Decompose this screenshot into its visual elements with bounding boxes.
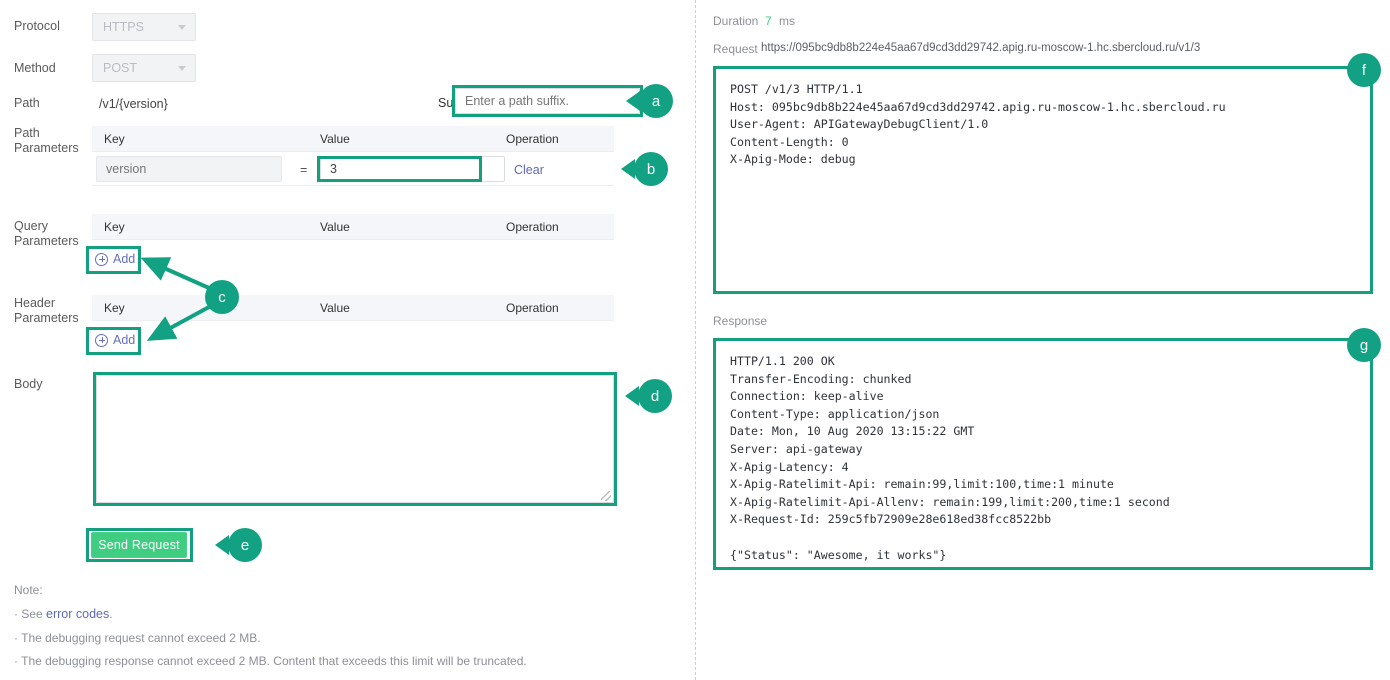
table-header-row: Key Value Operation bbox=[92, 214, 614, 240]
note-title: Note: bbox=[14, 583, 43, 597]
query-parameters-table: Key Value Operation bbox=[92, 214, 614, 240]
note-item-2: · The debugging request cannot exceed 2 … bbox=[14, 631, 261, 645]
resize-handle-icon[interactable] bbox=[601, 491, 611, 501]
duration-value: 7 bbox=[765, 14, 772, 28]
send-request-button[interactable]: Send Request bbox=[91, 532, 187, 558]
header-parameters-label-line2: Parameters bbox=[14, 311, 79, 325]
suffix-input[interactable] bbox=[455, 88, 640, 114]
annotation-badge-d: d bbox=[638, 379, 672, 413]
table-header-row: Key Value Operation bbox=[92, 126, 614, 152]
clear-link[interactable]: Clear bbox=[514, 163, 544, 177]
annotation-badge-c: c bbox=[205, 280, 239, 314]
table-header-row: Key Value Operation bbox=[92, 295, 614, 321]
add-query-parameter-button[interactable]: Add bbox=[95, 252, 135, 266]
note-item-1: · See error codes. bbox=[14, 607, 113, 621]
note-item-1-suffix: . bbox=[109, 607, 113, 621]
query-parameters-label-line2: Parameters bbox=[14, 234, 79, 248]
response-label: Response bbox=[713, 314, 768, 328]
error-codes-link[interactable]: error codes bbox=[46, 607, 109, 621]
method-label: Method bbox=[14, 61, 56, 75]
debug-result-panel: Duration 7 ms Request https://095bc9db8b… bbox=[695, 0, 1390, 680]
response-content: HTTP/1.1 200 OK Transfer-Encoding: chunk… bbox=[713, 338, 1373, 570]
column-header-key: Key bbox=[104, 219, 125, 234]
body-textarea[interactable] bbox=[96, 375, 614, 503]
duration-label: Duration bbox=[713, 14, 759, 28]
column-header-key: Key bbox=[104, 131, 125, 146]
column-header-operation: Operation bbox=[506, 300, 559, 315]
path-parameters-label-line1: Path bbox=[14, 126, 40, 140]
duration-unit: ms bbox=[779, 14, 795, 28]
plus-circle-icon bbox=[95, 252, 108, 266]
protocol-label: Protocol bbox=[14, 19, 60, 33]
protocol-select[interactable]: HTTPS bbox=[92, 13, 196, 41]
column-header-value: Value bbox=[320, 219, 350, 234]
table-row: = Clear bbox=[92, 152, 614, 186]
request-builder-panel: Protocol HTTPS Method POST Path /v1/{ver… bbox=[0, 0, 695, 680]
plus-circle-icon bbox=[95, 333, 108, 347]
path-label: Path bbox=[14, 96, 40, 110]
add-header-parameter-button[interactable]: Add bbox=[95, 333, 135, 347]
request-url: https://095bc9db8b224e45aa67d9cd3dd29742… bbox=[761, 42, 1201, 54]
request-content: POST /v1/3 HTTP/1.1 Host: 095bc9db8b224e… bbox=[713, 66, 1373, 294]
debug-api-screen: Protocol HTTPS Method POST Path /v1/{ver… bbox=[0, 0, 1390, 680]
add-label: Add bbox=[113, 252, 136, 266]
method-select-value: POST bbox=[103, 61, 138, 75]
annotation-badge-a: a bbox=[639, 84, 673, 118]
column-header-operation: Operation bbox=[506, 131, 559, 146]
chevron-down-icon bbox=[178, 25, 186, 30]
request-label: Request bbox=[713, 42, 758, 56]
body-label: Body bbox=[14, 377, 43, 391]
annotation-badge-e: e bbox=[228, 528, 262, 562]
column-header-value: Value bbox=[320, 131, 350, 146]
column-header-operation: Operation bbox=[506, 219, 559, 234]
equals-sign: = bbox=[300, 163, 308, 177]
path-param-value-input[interactable] bbox=[320, 156, 505, 182]
header-parameters-label-line1: Header bbox=[14, 296, 55, 310]
path-parameters-label-line2: Parameters bbox=[14, 141, 79, 155]
add-label: Add bbox=[113, 333, 136, 347]
query-parameters-label-line1: Query bbox=[14, 219, 49, 233]
note-item-3: · The debugging response cannot exceed 2… bbox=[14, 654, 527, 668]
annotation-badge-b: b bbox=[634, 152, 668, 186]
protocol-select-value: HTTPS bbox=[103, 20, 144, 34]
annotation-badge-g: g bbox=[1347, 328, 1381, 362]
path-parameters-table: Key Value Operation = Clear bbox=[92, 126, 614, 186]
path-value: /v1/{version} bbox=[99, 97, 168, 111]
chevron-down-icon bbox=[178, 66, 186, 71]
annotation-badge-f: f bbox=[1347, 53, 1381, 87]
path-param-key-input bbox=[96, 156, 282, 182]
column-header-value: Value bbox=[320, 300, 350, 315]
method-select[interactable]: POST bbox=[92, 54, 196, 82]
note-item-1-prefix: · See bbox=[14, 607, 47, 621]
header-parameters-table: Key Value Operation bbox=[92, 295, 614, 321]
